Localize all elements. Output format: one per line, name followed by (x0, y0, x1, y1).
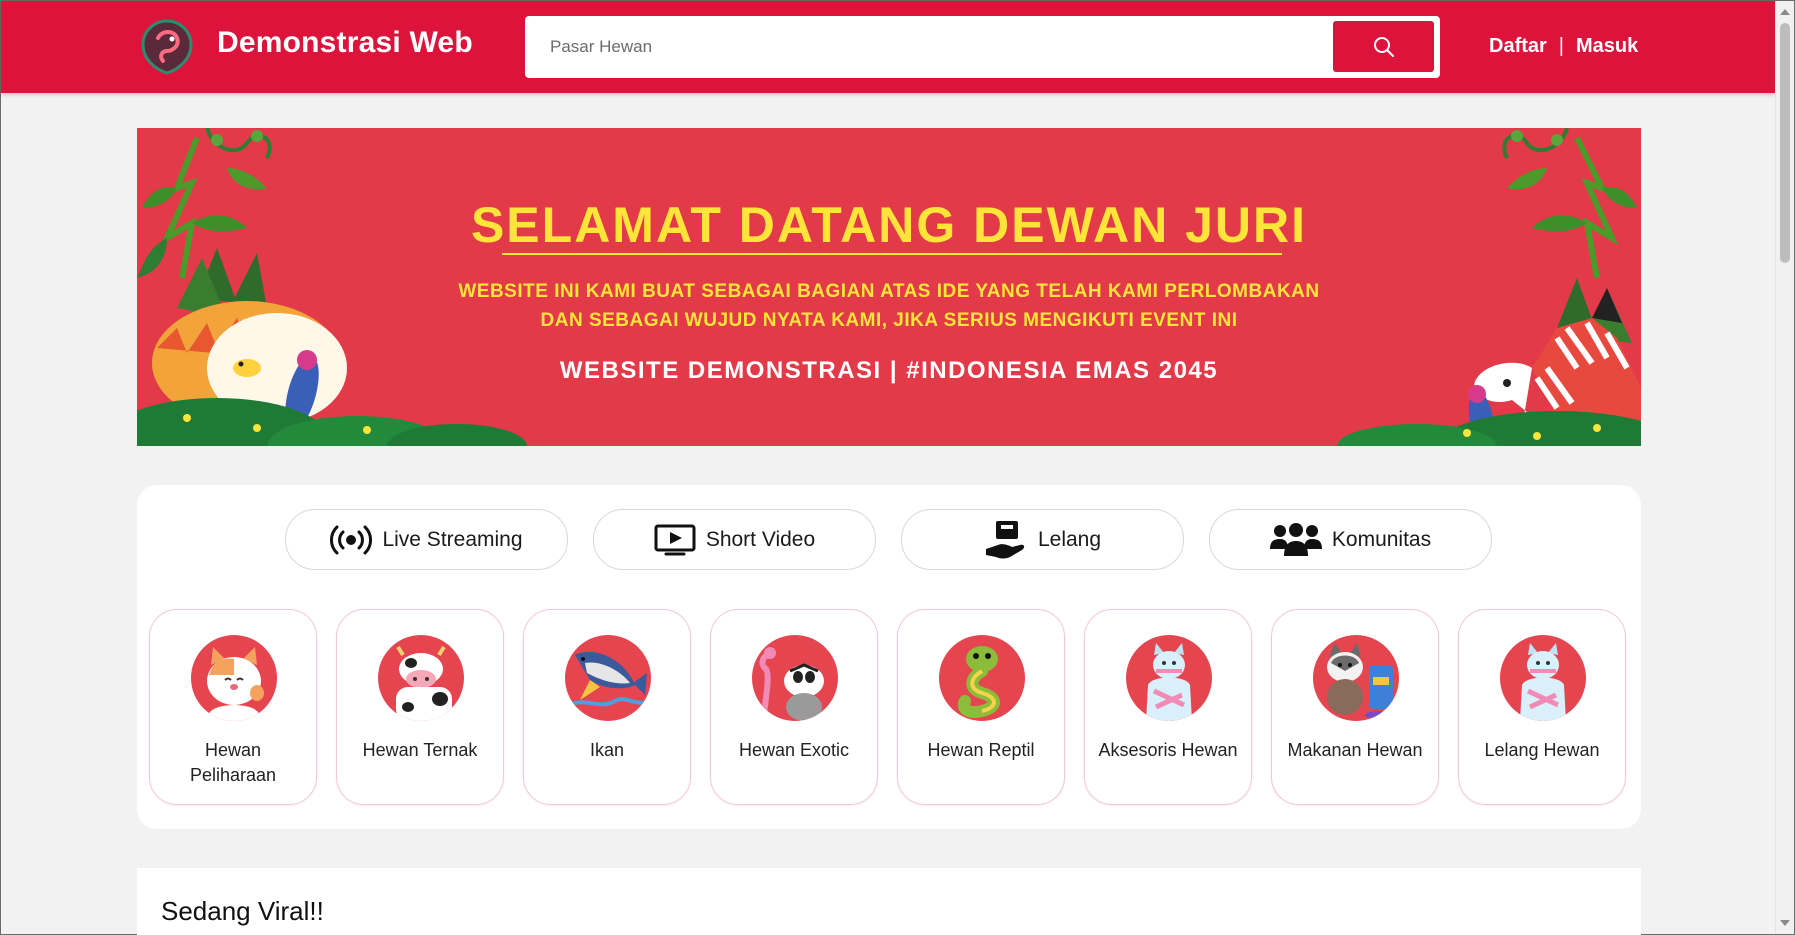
category-hewan-exotic[interactable]: Hewan Exotic (710, 609, 878, 805)
category-makanan-hewan[interactable]: Makanan Hewan (1271, 609, 1439, 805)
scroll-down-arrow-icon[interactable] (1780, 920, 1790, 926)
category-label: Aksesoris Hewan (1098, 740, 1238, 760)
fish-icon (565, 635, 651, 721)
brand-logo-icon[interactable] (140, 18, 194, 76)
search-bar (525, 16, 1440, 78)
feature-menu-card: Live Streaming Short Video Lelang Komuni… (137, 485, 1641, 829)
lelang-label: Lelang (1037, 527, 1102, 551)
auction-cat-icon (1500, 635, 1586, 721)
live-streaming-button[interactable]: Live Streaming (285, 509, 568, 570)
category-hewan-reptil[interactable]: Hewan Reptil (897, 609, 1065, 805)
lelang-button[interactable]: Lelang (901, 509, 1184, 570)
scroll-up-arrow-icon[interactable] (1780, 9, 1790, 15)
register-link[interactable]: Daftar (1489, 35, 1547, 58)
top-navbar: Demonstrasi Web Daftar | Masuk (1, 1, 1776, 93)
category-hewan-ternak[interactable]: Hewan Ternak (336, 609, 504, 805)
accessory-cat-icon (1126, 635, 1212, 721)
snake-icon (939, 635, 1025, 721)
viral-section: Sedang Viral!! (137, 868, 1641, 935)
page-scrollbar[interactable] (1775, 1, 1794, 934)
komunitas-label: Komunitas (1331, 527, 1432, 551)
category-label: Makanan Hewan (1287, 740, 1423, 760)
search-button[interactable] (1333, 21, 1434, 72)
category-label: Hewan Ternak (362, 740, 478, 760)
brand-name[interactable]: Demonstrasi Web (217, 26, 473, 60)
category-aksesoris-hewan[interactable]: Aksesoris Hewan (1084, 609, 1252, 805)
category-ikan[interactable]: Ikan (523, 609, 691, 805)
live-streaming-label: Live Streaming (382, 527, 523, 551)
category-label: Lelang Hewan (1484, 740, 1600, 760)
category-hewan-peliharaan[interactable]: Hewan Peliharaan (149, 609, 317, 805)
banner-description-line-2: DAN SEBAGAI WUJUD NYATA KAMI, JIKA SERIU… (540, 310, 1238, 331)
viral-section-title: Sedang Viral!! (161, 896, 324, 926)
video-play-icon (654, 524, 696, 555)
banner-title: SELAMAT DATANG DEWAN JURI (470, 197, 1308, 253)
banner-description-line-1: WEBSITE INI KAMI BUAT SEBAGAI BAGIAN ATA… (458, 281, 1320, 302)
banner-subtitle: WEBSITE DEMONSTRASI | #INDONESIA EMAS 20… (559, 357, 1219, 384)
login-link[interactable]: Masuk (1576, 35, 1638, 58)
scroll-thumb[interactable] (1780, 23, 1790, 263)
auth-links: Daftar | Masuk (1489, 35, 1638, 58)
category-label: Hewan Reptil (927, 740, 1035, 760)
people-group-icon (1269, 522, 1322, 556)
category-lelang-hewan[interactable]: Lelang Hewan (1458, 609, 1626, 805)
cow-icon (378, 635, 464, 721)
broadcast-icon (330, 525, 373, 554)
dog-food-icon (1313, 635, 1399, 721)
category-label: Hewan Exotic (738, 740, 850, 760)
komunitas-button[interactable]: Komunitas (1209, 509, 1492, 570)
auth-separator: | (1558, 35, 1564, 57)
cat-icon (191, 635, 277, 721)
short-video-button[interactable]: Short Video (593, 509, 876, 570)
short-video-label: Short Video (705, 527, 816, 551)
banner-underline (502, 253, 1282, 255)
auction-hand-icon (985, 520, 1025, 558)
exotic-animal-icon (752, 635, 838, 721)
search-input[interactable] (541, 26, 1321, 68)
search-icon (1373, 36, 1394, 57)
welcome-banner[interactable]: SELAMAT DATANG DEWAN JURI WEBSITE INI KA… (137, 128, 1641, 446)
category-label: Ikan (589, 740, 625, 760)
category-label: Hewan Peliharaan (189, 740, 277, 785)
